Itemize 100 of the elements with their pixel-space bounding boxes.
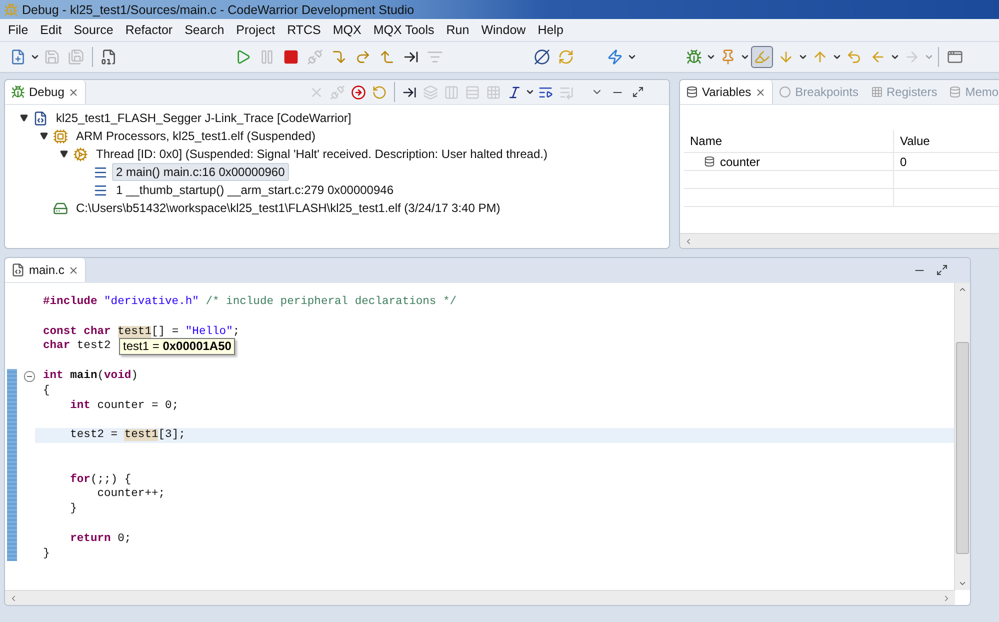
code-line: char test2 test1 = 0x00001A50: [35, 339, 954, 354]
menu-item[interactable]: Window: [475, 23, 532, 37]
menu-item[interactable]: File: [2, 23, 34, 37]
pin-icon: [720, 49, 736, 65]
menu-item[interactable]: Run: [440, 23, 476, 37]
menu-item[interactable]: MQX: [326, 23, 368, 37]
grid-icon: [486, 84, 502, 100]
forward-icon: [904, 49, 920, 65]
dropdown-caret-icon[interactable]: [832, 52, 842, 62]
new-file-icon: [10, 49, 26, 65]
fold-minus-icon[interactable]: [24, 370, 35, 382]
code-line: {: [42, 384, 51, 399]
dropdown-caret-icon[interactable]: [798, 52, 808, 62]
binary-file-icon: [101, 49, 117, 65]
tree-item[interactable]: 1 __thumb_startup() __arm_start.c:279 0x00000946: [112, 181, 398, 199]
tree-item[interactable]: kl25_test1_FLASH_Segger J-Link_Trace [CodeWarrior]: [52, 109, 356, 127]
window-icon: [947, 49, 963, 65]
menu-item[interactable]: Help: [532, 23, 570, 37]
lightning-icon: [607, 49, 623, 65]
save-all-icon: [68, 49, 84, 65]
scroll-right-icon[interactable]: [942, 594, 951, 602]
dropdown-caret-icon[interactable]: [627, 52, 637, 62]
registers-icon: [870, 86, 883, 98]
no-entry-icon: [534, 49, 550, 65]
sync-icon: [558, 49, 574, 65]
undo-arrow-icon: [846, 49, 862, 65]
breakpoint-icon: [779, 86, 792, 98]
save-icon: [44, 49, 60, 65]
step-return-icon: [379, 49, 395, 65]
back-icon: [870, 49, 886, 65]
column-header[interactable]: Value: [894, 130, 999, 153]
maximize-icon[interactable]: [936, 264, 948, 276]
menu-item[interactable]: RTCS: [281, 23, 327, 37]
code-line: for(;;) {: [69, 472, 132, 488]
code-line: #include "derivative.h" /* include peripheral declarations */: [42, 295, 458, 310]
bug-icon: [11, 85, 25, 99]
c-file-icon: [11, 263, 25, 277]
menu-item[interactable]: Refactor: [119, 23, 179, 37]
code-line: const char test1[] = "Hello";: [42, 324, 241, 340]
tree-item[interactable]: 2 main() main.c:16 0x00000960: [112, 163, 289, 181]
variable-name: counter: [720, 154, 760, 168]
vertical-scrollbar[interactable]: [954, 283, 970, 590]
columns-icon: [444, 84, 460, 100]
editor-tab[interactable]: main.c: [5, 258, 86, 282]
horizontal-scrollbar[interactable]: [5, 590, 955, 605]
resume-icon: [235, 49, 251, 65]
step-into-icon: [331, 49, 347, 65]
tree-item[interactable]: ARM Processors, kl25_test1.elf (Suspended): [72, 127, 320, 145]
menu-item[interactable]: Search: [178, 23, 230, 37]
expand-arrow-icon[interactable]: [20, 114, 28, 122]
unplug-icon: [330, 84, 346, 100]
tree-item[interactable]: Thread [ID: 0x0] (Suspended: Signal 'Halt' received. Description: User halted thread.): [92, 145, 552, 163]
stack-frame-icon: [93, 164, 108, 180]
app-icon: [4, 2, 18, 16]
highlighter-icon: [754, 49, 770, 65]
step-over-icon: [355, 49, 371, 65]
variable-value: 0: [900, 154, 907, 168]
dropdown-caret-icon[interactable]: [525, 87, 536, 97]
scroll-down-icon[interactable]: [958, 579, 967, 588]
stop-icon: [283, 49, 299, 65]
dropdown-caret-icon[interactable]: [706, 52, 716, 62]
pause-icon: [259, 49, 275, 65]
down-arrow-icon: [778, 49, 794, 65]
close-icon[interactable]: [68, 86, 80, 98]
expand-arrow-icon[interactable]: [40, 132, 48, 140]
dropdown-caret-icon[interactable]: [30, 52, 40, 62]
menu-item[interactable]: Project: [230, 23, 282, 37]
code-line: counter++;: [96, 487, 166, 502]
code-line: int counter = 0;: [69, 398, 180, 414]
dropdown-caret-icon[interactable]: [890, 52, 900, 62]
menu-item[interactable]: Edit: [34, 23, 68, 37]
expand-arrow-icon[interactable]: [60, 150, 68, 158]
debug-tab[interactable]: Debug: [5, 80, 86, 104]
thread-icon: [73, 146, 88, 162]
horizontal-scrollbar[interactable]: [680, 233, 999, 248]
window-title: Debug - kl25_test1/Sources/main.c - CodeWarrior Development Studio: [22, 2, 414, 16]
list-play-icon: [538, 84, 554, 100]
rows-icon: [465, 84, 480, 100]
close-icon[interactable]: [755, 86, 766, 98]
unplug-icon: [307, 49, 323, 65]
scroll-left-icon[interactable]: [9, 594, 18, 602]
list-icon: [559, 84, 574, 100]
menu-item[interactable]: Source: [68, 23, 120, 37]
close-icon[interactable]: [68, 264, 80, 276]
code-line: }: [69, 502, 78, 517]
scroll-left-icon[interactable]: [684, 236, 693, 246]
scroll-up-icon[interactable]: [958, 285, 967, 294]
code-line: return 0;: [69, 532, 132, 547]
column-header[interactable]: Name: [684, 130, 894, 153]
tree-item[interactable]: C:\Users\b51432\workspace\kl25_test1\FLASH\kl25_test1.elf (3/24/17 3:40 PM): [72, 199, 504, 217]
dropdown-caret-icon[interactable]: [740, 52, 750, 62]
relaunch-icon: [372, 84, 388, 100]
view-tab[interactable]: Variables: [680, 80, 774, 104]
instruction-step-icon: [402, 84, 418, 100]
filter-icon: [427, 49, 443, 65]
menu-item[interactable]: MQX Tools: [367, 23, 440, 37]
up-arrow-icon: [812, 49, 828, 65]
maximize-icon[interactable]: [632, 86, 644, 98]
bug-icon: [686, 49, 702, 65]
code-line: }: [42, 546, 51, 562]
